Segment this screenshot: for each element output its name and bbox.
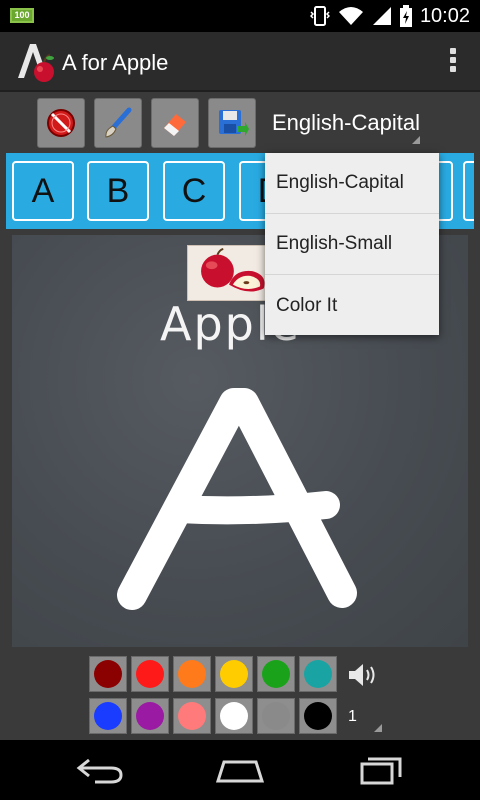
- status-icons: 10:02: [309, 0, 470, 32]
- clear-button[interactable]: [37, 98, 85, 148]
- color-palette: 1: [0, 650, 480, 740]
- mode-spinner[interactable]: English-Capital: [272, 110, 420, 136]
- app-screen: 100 10:02 A for Apple English-Capital A …: [0, 0, 480, 800]
- color-swatch[interactable]: [299, 656, 337, 692]
- color-swatch[interactable]: [131, 698, 169, 734]
- back-icon[interactable]: [75, 754, 125, 786]
- dropdown-item-english-small[interactable]: English-Small: [265, 214, 439, 275]
- mode-dropdown: English-Capital English-Small Color It: [265, 153, 439, 335]
- color-swatch[interactable]: [173, 656, 211, 692]
- status-bar: 100 10:02: [0, 0, 480, 32]
- eraser-button[interactable]: [151, 98, 199, 148]
- dropdown-item-english-capital[interactable]: English-Capital: [265, 153, 439, 214]
- home-icon[interactable]: [215, 754, 265, 786]
- color-swatch[interactable]: [215, 698, 253, 734]
- color-swatch[interactable]: [215, 656, 253, 692]
- trace-letter-a: [117, 388, 357, 610]
- brush-size-indicator: [374, 724, 382, 732]
- brush-size-spinner[interactable]: 1: [348, 708, 357, 726]
- notification-badge: 100: [10, 8, 34, 23]
- brush-icon: [105, 107, 132, 138]
- navigation-bar: [0, 740, 480, 800]
- app-title: A for Apple: [62, 50, 169, 75]
- color-swatch[interactable]: [173, 698, 211, 734]
- color-swatch[interactable]: [299, 698, 337, 734]
- letter-tile[interactable]: C: [163, 161, 225, 221]
- overflow-menu-icon[interactable]: [446, 48, 460, 78]
- color-swatch[interactable]: [89, 656, 127, 692]
- letter-tile[interactable]: B: [87, 161, 149, 221]
- color-swatch[interactable]: [131, 656, 169, 692]
- spinner-indicator: [412, 136, 420, 144]
- letter-tile[interactable]: A: [12, 161, 74, 221]
- save-button[interactable]: [208, 98, 256, 148]
- eraser-icon: [164, 114, 186, 136]
- letter-tile[interactable]: [463, 161, 474, 221]
- recents-icon[interactable]: [356, 754, 406, 786]
- clear-icon: [47, 109, 75, 137]
- battery-icon: [399, 5, 412, 27]
- color-swatch[interactable]: [257, 698, 295, 734]
- color-swatch[interactable]: [89, 698, 127, 734]
- signal-icon: [372, 7, 391, 25]
- status-time: 10:02: [419, 4, 470, 27]
- vibrate-icon: [309, 6, 330, 26]
- apple-logo-icon: [18, 44, 54, 82]
- save-icon: [219, 110, 249, 136]
- action-bar: A for Apple: [0, 32, 480, 92]
- apple-image: [187, 245, 273, 301]
- speaker-icon[interactable]: [346, 660, 380, 690]
- color-swatch[interactable]: [257, 656, 295, 692]
- wifi-icon: [338, 7, 363, 25]
- brush-button[interactable]: [94, 98, 142, 148]
- toolbar: English-Capital: [0, 94, 480, 152]
- dropdown-item-color-it[interactable]: Color It: [265, 275, 439, 336]
